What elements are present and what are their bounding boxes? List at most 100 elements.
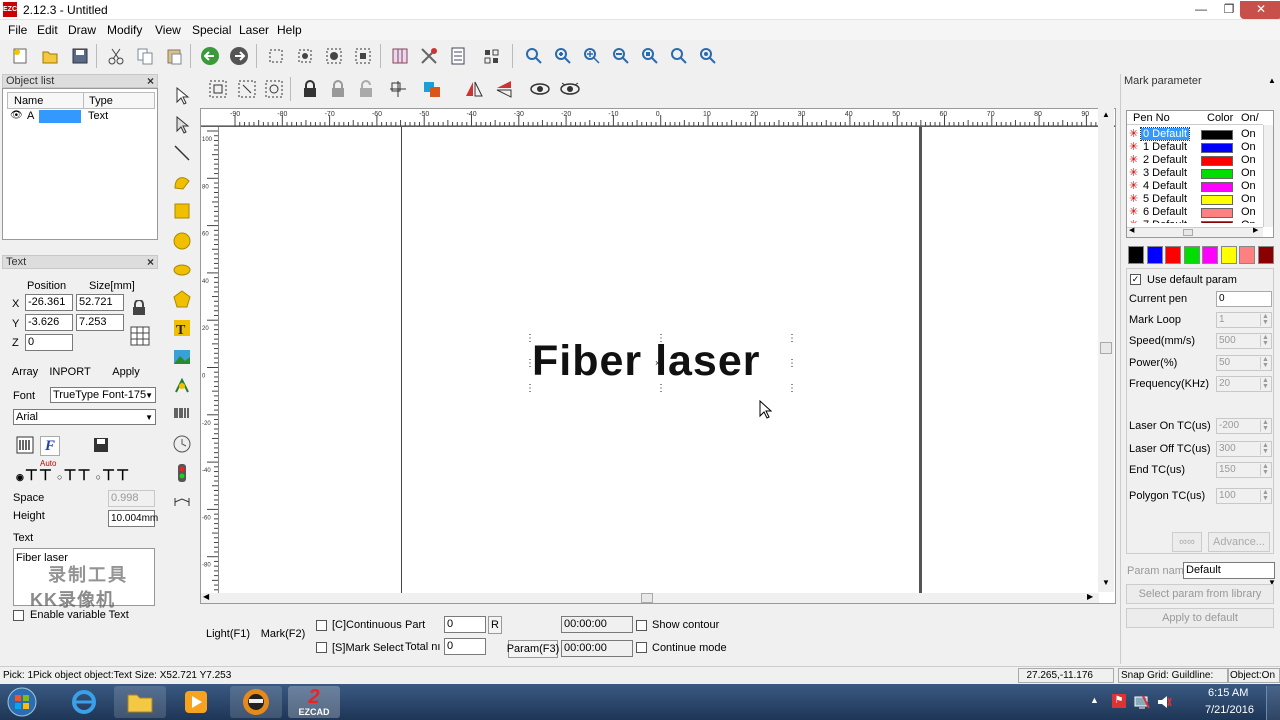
object-list[interactable]: Name Type 👁 A Text xyxy=(2,88,158,240)
current-pen-field[interactable]: 0 xyxy=(1216,291,1272,307)
clock-date[interactable]: 7/21/2016 xyxy=(1205,704,1254,716)
undo-icon[interactable] xyxy=(198,44,222,68)
timer-tool-icon[interactable] xyxy=(170,432,194,456)
vertical-scrollbar[interactable]: ▲ ▼ xyxy=(1098,108,1114,592)
show-contour-checkbox[interactable] xyxy=(636,620,647,631)
cut-icon[interactable] xyxy=(104,44,128,68)
invert-select-icon[interactable] xyxy=(351,44,375,68)
menu-file[interactable]: File xyxy=(8,23,27,37)
visible-eye-icon[interactable]: 👁 xyxy=(10,110,23,121)
pen-row[interactable]: ✳ 6 Default On xyxy=(1127,206,1275,219)
input-port-icon[interactable] xyxy=(170,461,194,485)
zoom-selected-icon[interactable] xyxy=(696,44,720,68)
spinner-icon[interactable]: ▲ ▼ xyxy=(1260,442,1270,455)
pen-row[interactable]: ✳ 1 Default On xyxy=(1127,141,1275,154)
select-rect-icon[interactable] xyxy=(293,44,317,68)
maximize-icon[interactable]: ❐ xyxy=(1216,1,1242,19)
pen-list[interactable]: Pen No Color On/ ✳ 0 Default On ✳ 1 Default O… xyxy=(1126,110,1274,238)
object-status[interactable]: Object:On xyxy=(1228,668,1280,683)
pen-row[interactable]: ✳ 4 Default On xyxy=(1127,180,1275,193)
zoom-icon[interactable] xyxy=(522,44,546,68)
close-icon[interactable]: ✕ xyxy=(1240,1,1280,19)
palette-color-swatch[interactable] xyxy=(1257,246,1274,264)
zoom-out-icon[interactable] xyxy=(609,44,633,68)
save-font-icon[interactable] xyxy=(92,436,110,457)
apply-to-default-button[interactable]: Apply to default xyxy=(1126,608,1274,628)
show-hidden-icons-icon[interactable]: ▲ xyxy=(1090,695,1099,705)
inport-button[interactable]: INPORT xyxy=(48,360,92,384)
spinner-icon[interactable]: ▲ ▼ xyxy=(1260,334,1270,347)
line-tool-icon[interactable] xyxy=(170,141,194,165)
reset-button[interactable]: R xyxy=(488,616,502,634)
palette-color-swatch[interactable] xyxy=(1202,246,1218,264)
y-size-field[interactable]: 7.253 xyxy=(76,314,124,331)
continuous-checkbox[interactable] xyxy=(316,620,327,631)
tools-icon[interactable] xyxy=(417,44,441,68)
pen-color-swatch[interactable] xyxy=(1201,156,1233,166)
column-type[interactable]: Type xyxy=(89,95,113,107)
palette-color-swatch[interactable] xyxy=(1146,246,1163,264)
spinner-icon[interactable]: ▲ ▼ xyxy=(1260,463,1270,476)
select-arrow-icon[interactable] xyxy=(170,84,194,108)
scroll-right-icon[interactable]: ▶ xyxy=(1087,592,1093,601)
x-size-field[interactable]: 52.721 xyxy=(76,294,124,311)
rectangle-tool-icon[interactable] xyxy=(170,199,194,223)
ellipse-tool-icon[interactable] xyxy=(170,258,194,282)
zoom-fit-icon[interactable] xyxy=(638,44,662,68)
column-on[interactable]: On/ xyxy=(1241,112,1259,124)
part-field[interactable]: 0 xyxy=(444,616,486,633)
continue-mode-checkbox[interactable] xyxy=(636,642,647,653)
spinner-icon[interactable]: ▲ ▼ xyxy=(1260,489,1270,502)
palette-color-swatch[interactable] xyxy=(1220,246,1237,264)
palette-color-swatch[interactable] xyxy=(1165,246,1181,264)
curve-tool-icon[interactable] xyxy=(170,170,194,194)
palette-color-swatch[interactable] xyxy=(1128,246,1144,264)
font-type-select[interactable]: TrueType Font-175 ▼ xyxy=(50,387,156,403)
pen-on-status[interactable]: On xyxy=(1241,128,1256,140)
column-color[interactable]: Color xyxy=(1207,112,1233,124)
column-name[interactable]: Name xyxy=(14,95,43,107)
zoom-in-icon[interactable] xyxy=(551,44,575,68)
zoom-page-icon[interactable] xyxy=(667,44,691,68)
pen-color-swatch[interactable] xyxy=(1201,143,1233,153)
minimize-icon[interactable]: — xyxy=(1188,1,1214,19)
save-icon[interactable] xyxy=(68,44,92,68)
start-button[interactable] xyxy=(4,686,40,718)
apply-button[interactable]: Apply xyxy=(108,360,144,384)
y-position-field[interactable]: -3.626 xyxy=(25,314,73,331)
preview-eye-icon[interactable] xyxy=(528,77,552,101)
pen-row[interactable]: ✳ 2 Default On xyxy=(1127,154,1275,167)
lock-ratio-icon[interactable] xyxy=(132,299,146,319)
pen-list-vscroll[interactable] xyxy=(1263,125,1273,227)
column-pen-no[interactable]: Pen No xyxy=(1133,112,1170,124)
param-name-field[interactable]: Default xyxy=(1183,562,1275,579)
new-file-icon[interactable] xyxy=(8,44,32,68)
menu-modify[interactable]: Modify xyxy=(107,23,142,37)
sort-icon[interactable] xyxy=(480,44,504,68)
spinner-icon[interactable]: ▲ ▼ xyxy=(1260,419,1270,432)
pen-row[interactable]: ✳7 Default On xyxy=(1127,219,1275,223)
scroll-left-icon[interactable]: ◀ xyxy=(203,592,209,601)
menu-edit[interactable]: Edit xyxy=(37,23,58,37)
polygon-tc-field[interactable]: 100 ▲ ▼ xyxy=(1216,488,1272,504)
scroll-up-icon[interactable]: ▲ xyxy=(1102,110,1110,119)
use-default-checkbox[interactable]: ✓ xyxy=(1130,274,1141,285)
total-field[interactable]: 0 xyxy=(444,638,486,655)
menu-view[interactable]: View xyxy=(155,23,181,37)
pen-color-swatch[interactable] xyxy=(1201,208,1233,218)
network-icon[interactable] xyxy=(1134,694,1150,713)
menu-draw[interactable]: Draw xyxy=(68,23,96,37)
zoom-plus-icon[interactable] xyxy=(580,44,604,68)
x-position-field[interactable]: -26.361 xyxy=(25,294,73,311)
scroll-thumb[interactable] xyxy=(641,593,653,603)
select-param-library-button[interactable]: Select param from library xyxy=(1126,584,1274,604)
font-setting-icon[interactable]: F xyxy=(40,436,60,456)
pen-row[interactable]: ✳ 3 Default On xyxy=(1127,167,1275,180)
clock-time[interactable]: 6:15 AM xyxy=(1208,687,1248,699)
unlock-icon[interactable] xyxy=(326,77,350,101)
mirror-horizontal-icon[interactable] xyxy=(462,77,486,101)
bitmap-tool-icon[interactable] xyxy=(170,345,194,369)
table-row[interactable]: 👁 A Text xyxy=(7,110,155,124)
pen-color-swatch[interactable] xyxy=(1201,182,1233,192)
frequency-field[interactable]: 20 ▲ ▼ xyxy=(1216,376,1272,392)
